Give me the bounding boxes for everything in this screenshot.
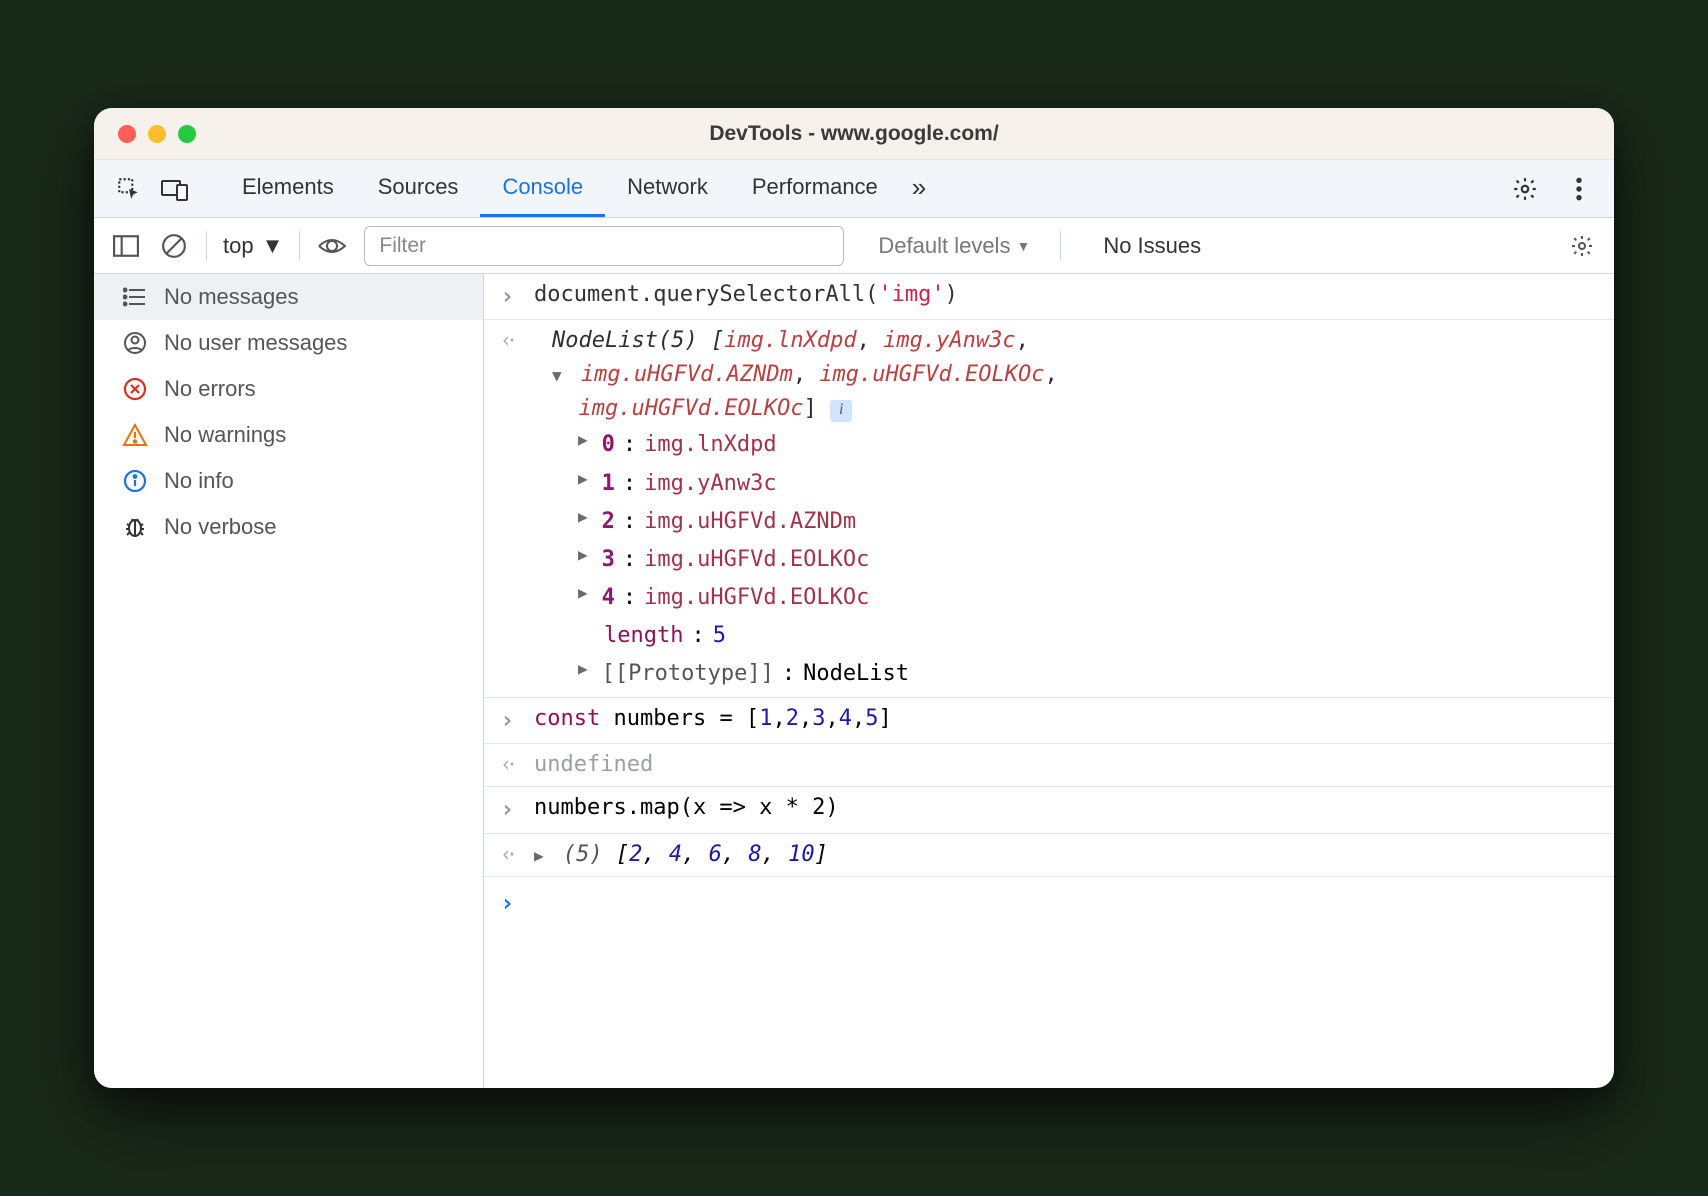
window-title: DevTools - www.google.com/ [94, 122, 1614, 146]
tab-performance[interactable]: Performance [730, 160, 900, 217]
prompt-marker-icon: › [500, 885, 514, 922]
main-tabbar: Elements Sources Console Network Perform… [94, 160, 1614, 218]
tab-network[interactable]: Network [605, 160, 730, 217]
nodelist-row[interactable]: ▶1: img.yAnw3c [578, 465, 1606, 503]
tabs-overflow-button[interactable]: » [900, 160, 938, 217]
console-output-entry[interactable]: ▶ (5) [2, 4, 6, 8, 10] [484, 834, 1614, 877]
close-window-button[interactable] [118, 125, 136, 143]
context-label: top [223, 233, 254, 259]
expand-icon[interactable]: ▶ [534, 844, 544, 869]
sidebar-item-user-messages[interactable]: No user messages [94, 320, 483, 366]
nodelist-expanded: ▶0: img.lnXdpd ▶1: img.yAnw3c ▶2: img.uH… [534, 426, 1606, 693]
expand-icon[interactable]: ▶ [578, 657, 588, 691]
expand-icon[interactable]: ▶ [578, 543, 588, 577]
input-marker-icon [500, 791, 524, 828]
code-text: document.querySelectorAll( [534, 282, 878, 307]
array-count: (5) [563, 842, 603, 867]
main-area: No messages No user messages No errors N… [94, 274, 1614, 1088]
context-selector[interactable]: top ▼ [223, 233, 283, 259]
input-marker-icon [500, 278, 524, 315]
expand-icon[interactable]: ▶ [578, 467, 588, 501]
console-output: document.querySelectorAll('img') NodeLis… [484, 274, 1614, 1088]
expand-icon[interactable]: ▶ [578, 505, 588, 539]
filter-input[interactable] [364, 226, 844, 266]
nodelist-item[interactable]: img.yAnw3c [883, 328, 1015, 353]
live-expression-icon[interactable] [316, 230, 348, 262]
tabs: Elements Sources Console Network Perform… [220, 160, 1496, 217]
nodelist-item[interactable]: img.lnXdpd [724, 328, 856, 353]
bug-icon [122, 514, 148, 540]
info-icon [122, 468, 148, 494]
expand-icon[interactable]: ▶ [578, 428, 588, 462]
console-output-entry[interactable]: NodeList(5) [img.lnXdpd, img.yAnw3c, ▼ i… [484, 320, 1614, 698]
log-levels-selector[interactable]: Default levels ▼ [878, 233, 1030, 259]
sidebar-item-label: No user messages [164, 330, 347, 356]
minimize-window-button[interactable] [148, 125, 166, 143]
tab-sources[interactable]: Sources [356, 160, 481, 217]
chevron-down-icon: ▼ [262, 233, 284, 259]
levels-label: Default levels [878, 233, 1010, 259]
sidebar-item-info[interactable]: No info [94, 458, 483, 504]
nodelist-item[interactable]: img.uHGFVd.EOLKOc [579, 396, 804, 421]
nodelist-row[interactable]: ▶3: img.uHGFVd.EOLKOc [578, 541, 1606, 579]
tab-console[interactable]: Console [480, 160, 605, 217]
sidebar-item-warnings[interactable]: No warnings [94, 412, 483, 458]
code-text: ) [945, 282, 958, 307]
console-toolbar: top ▼ Default levels ▼ No Issues [94, 218, 1614, 274]
console-prompt[interactable]: › [484, 877, 1614, 930]
sidebar-item-label: No messages [164, 284, 299, 310]
input-marker-icon [500, 702, 524, 739]
inspect-element-icon[interactable] [112, 172, 146, 206]
toggle-sidebar-icon[interactable] [110, 230, 142, 262]
console-output-entry: undefined [484, 744, 1614, 787]
expand-icon[interactable]: ▶ [578, 581, 588, 615]
sidebar-item-label: No info [164, 468, 234, 494]
settings-gear-icon[interactable] [1508, 172, 1542, 206]
list-icon [122, 284, 148, 310]
output-marker-icon [500, 748, 524, 782]
nodelist-length: length: 5 [578, 617, 1606, 655]
nodelist-row[interactable]: ▶4: img.uHGFVd.EOLKOc [578, 579, 1606, 617]
nodelist-prototype[interactable]: ▶[[Prototype]]: NodeList [578, 655, 1606, 693]
titlebar: DevTools - www.google.com/ [94, 108, 1614, 160]
sidebar-item-errors[interactable]: No errors [94, 366, 483, 412]
console-input-entry[interactable]: numbers.map(x => x * 2) [484, 787, 1614, 833]
sidebar-item-label: No verbose [164, 514, 277, 540]
maximize-window-button[interactable] [178, 125, 196, 143]
issues-label[interactable]: No Issues [1103, 233, 1201, 259]
tab-elements[interactable]: Elements [220, 160, 356, 217]
toggle-device-toolbar-icon[interactable] [158, 172, 192, 206]
console-input-entry[interactable]: const numbers = [1,2,3,4,5] [484, 698, 1614, 744]
code-string: 'img' [878, 282, 944, 307]
more-menu-icon[interactable] [1562, 172, 1596, 206]
console-input-entry[interactable]: document.querySelectorAll('img') [484, 274, 1614, 320]
console-settings-gear-icon[interactable] [1566, 230, 1598, 262]
chevron-down-icon: ▼ [1016, 238, 1030, 254]
nodelist-row[interactable]: ▶0: img.lnXdpd [578, 426, 1606, 464]
warning-icon [122, 422, 148, 448]
undefined-value: undefined [534, 752, 653, 777]
code-keyword: const [534, 706, 600, 731]
user-icon [122, 330, 148, 356]
error-icon [122, 376, 148, 402]
sidebar-item-label: No warnings [164, 422, 286, 448]
nodelist-label: NodeList(5) [552, 328, 698, 353]
output-marker-icon [500, 838, 524, 872]
nodelist-row[interactable]: ▶2: img.uHGFVd.AZNDm [578, 503, 1606, 541]
expand-toggle-icon[interactable]: ▼ [552, 364, 562, 389]
sidebar-item-label: No errors [164, 376, 256, 402]
console-sidebar: No messages No user messages No errors N… [94, 274, 484, 1088]
info-badge-icon[interactable]: i [830, 400, 852, 422]
nodelist-item[interactable]: img.uHGFVd.EOLKOc [819, 362, 1044, 387]
code-text: numbers = [ [613, 706, 759, 731]
traffic-lights [94, 125, 196, 143]
clear-console-icon[interactable] [158, 230, 190, 262]
output-marker-icon [500, 324, 524, 693]
sidebar-item-verbose[interactable]: No verbose [94, 504, 483, 550]
code-text: numbers.map(x => x * 2) [534, 795, 839, 820]
nodelist-item[interactable]: img.uHGFVd.AZNDm [581, 362, 793, 387]
devtools-window: DevTools - www.google.com/ Elements Sour… [94, 108, 1614, 1088]
sidebar-item-messages[interactable]: No messages [94, 274, 483, 320]
